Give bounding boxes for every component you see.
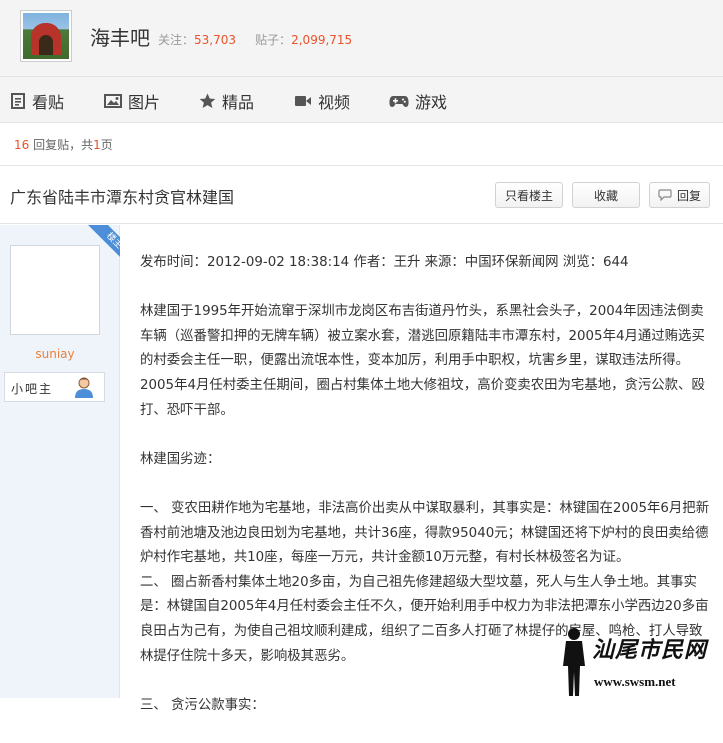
- only-op-button[interactable]: 只看楼主: [495, 182, 563, 208]
- author-role: 小吧主: [4, 372, 105, 402]
- role-label: 小吧主: [11, 382, 54, 396]
- star-icon: [199, 93, 216, 108]
- image-icon: [104, 94, 122, 108]
- forum-nav: 看贴 图片 精品 视频 游戏: [0, 76, 723, 123]
- thread-title: 广东省陆丰市潭东村贪官林建国: [10, 188, 235, 207]
- nav-label: 图片: [128, 93, 161, 112]
- follow-label: 关注：: [158, 33, 195, 47]
- watermark-text: 汕尾市民网: [592, 637, 708, 663]
- post-paragraph: 林建国于1995年开始流窜于深圳市龙岗区布吉街道丹竹头，系黑社会头子，2004年…: [140, 304, 705, 418]
- op-badge-label: 楼主: [88, 225, 120, 257]
- reply-count: 16: [14, 138, 30, 152]
- reply-label: 回复贴，共: [33, 138, 94, 152]
- nav-label: 精品: [222, 93, 255, 112]
- post-meta: 发布时间：2012-09-02 18:38:14 作者：王升 来源：中国环保新闻…: [140, 255, 629, 270]
- nav-item-posts[interactable]: 看贴: [10, 90, 64, 112]
- video-icon: [295, 96, 311, 106]
- speech-bubble-icon: [658, 189, 672, 201]
- person-silhouette-icon: [563, 628, 585, 696]
- forum-header: 海丰吧 关注：53,703 贴子：2,099,715: [0, 0, 723, 76]
- page-label: 页: [100, 138, 113, 152]
- op-corner-badge: 楼主: [88, 225, 120, 257]
- thread-titlebar: 广东省陆丰市潭东村贪官林建国 只看楼主 收藏 回复: [0, 166, 723, 224]
- post-count: 2,099,715: [291, 33, 353, 47]
- document-icon: [11, 93, 25, 109]
- collect-button[interactable]: 收藏: [572, 182, 640, 208]
- nav-item-games[interactable]: 游戏: [389, 90, 447, 112]
- site-watermark: 汕尾市民网 www.swsm.net: [556, 626, 723, 698]
- gamepad-icon: [389, 96, 409, 107]
- nav-label: 视频: [318, 93, 351, 112]
- user-icon: [75, 377, 93, 398]
- nav-item-images[interactable]: 图片: [104, 90, 160, 112]
- page-info: 16 回复贴，共1页: [0, 123, 723, 166]
- page-count: 1: [93, 138, 101, 152]
- nav-label: 游戏: [415, 93, 448, 112]
- forum-stats: 关注：53,703 贴子：2,099,715: [158, 31, 352, 48]
- forum-logo[interactable]: [20, 10, 72, 62]
- nav-item-video[interactable]: 视频: [294, 90, 350, 112]
- avatar[interactable]: [10, 245, 100, 335]
- watermark-url: www.swsm.net: [594, 674, 676, 689]
- post-paragraph: 林建国劣迹：: [140, 451, 221, 467]
- post-label: 贴子：: [255, 33, 292, 47]
- reply-button-label: 回复: [676, 188, 701, 203]
- reply-button[interactable]: 回复: [649, 182, 710, 208]
- author-sidebar: suniay 小吧主: [0, 225, 120, 698]
- forum-name[interactable]: 海丰吧: [90, 22, 150, 51]
- follow-count: 53,703: [194, 33, 237, 47]
- nav-item-featured[interactable]: 精品: [199, 90, 254, 112]
- author-username[interactable]: suniay: [0, 347, 110, 361]
- nav-label: 看贴: [32, 93, 65, 112]
